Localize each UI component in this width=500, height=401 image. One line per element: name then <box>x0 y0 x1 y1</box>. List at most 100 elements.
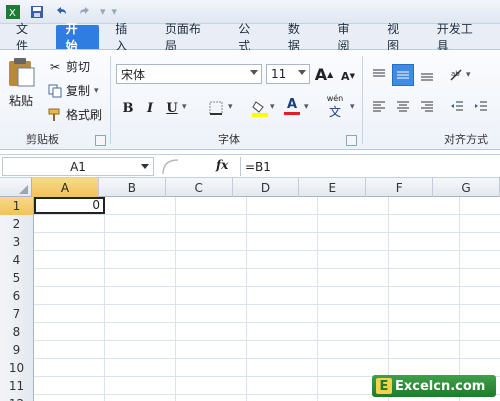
tab-home[interactable]: 开始 <box>55 22 100 53</box>
cell[interactable] <box>460 233 500 250</box>
cell[interactable] <box>389 341 460 358</box>
cell[interactable] <box>105 197 176 214</box>
cell[interactable] <box>105 323 176 340</box>
cell[interactable] <box>389 197 460 214</box>
cell[interactable] <box>105 341 176 358</box>
cell[interactable] <box>34 323 105 340</box>
cell[interactable] <box>460 269 500 286</box>
font-color-button[interactable]: A <box>282 96 302 116</box>
cell[interactable] <box>389 287 460 304</box>
cell[interactable] <box>247 233 318 250</box>
cell[interactable] <box>318 251 389 268</box>
cell[interactable] <box>34 287 105 304</box>
row-header[interactable]: 1 <box>0 197 34 215</box>
align-bottom-button[interactable] <box>416 64 438 86</box>
tab-data[interactable]: 数据 <box>278 22 322 53</box>
cell[interactable] <box>105 305 176 322</box>
cell[interactable] <box>460 197 500 214</box>
cell[interactable] <box>176 305 247 322</box>
row-header[interactable]: 11 <box>0 377 34 395</box>
cell[interactable] <box>247 359 318 376</box>
shrink-font-icon[interactable]: A ▼ <box>338 66 358 86</box>
customize-qat-icon[interactable]: ▾ <box>112 5 118 18</box>
row-header[interactable]: 5 <box>0 269 34 287</box>
paste-button[interactable]: 粘贴 <box>6 56 36 109</box>
align-right-button[interactable] <box>416 96 438 118</box>
cell[interactable] <box>34 395 105 401</box>
row-header[interactable]: 8 <box>0 323 34 341</box>
row-header[interactable]: 3 <box>0 233 34 251</box>
format-painter-button[interactable]: 格式刷 <box>48 106 102 123</box>
cell[interactable] <box>105 269 176 286</box>
row-header[interactable]: 4 <box>0 251 34 269</box>
cell[interactable] <box>34 215 105 232</box>
cell[interactable] <box>176 359 247 376</box>
cell[interactable] <box>176 197 247 214</box>
cell[interactable] <box>105 287 176 304</box>
fill-color-dropdown-icon[interactable]: ▾ <box>270 102 275 112</box>
cell[interactable] <box>389 305 460 322</box>
row-header[interactable]: 9 <box>0 341 34 359</box>
active-cell-a1[interactable]: 0 <box>34 197 105 214</box>
cell[interactable] <box>105 359 176 376</box>
cell[interactable] <box>247 215 318 232</box>
cell[interactable] <box>34 269 105 286</box>
font-launcher-icon[interactable] <box>346 135 357 146</box>
cell[interactable] <box>318 305 389 322</box>
cell[interactable] <box>105 215 176 232</box>
cell[interactable] <box>176 215 247 232</box>
cell[interactable] <box>318 323 389 340</box>
cell[interactable] <box>176 287 247 304</box>
tab-developer[interactable]: 开发工具 <box>427 22 494 53</box>
cell[interactable] <box>460 215 500 232</box>
cell[interactable] <box>105 233 176 250</box>
cell[interactable] <box>318 215 389 232</box>
cell[interactable] <box>318 269 389 286</box>
save-icon[interactable] <box>28 3 46 21</box>
undo-icon[interactable] <box>52 3 70 21</box>
redo-icon[interactable] <box>76 3 94 21</box>
column-header-g[interactable]: G <box>433 178 500 197</box>
cell[interactable] <box>460 305 500 322</box>
row-header[interactable]: 6 <box>0 287 34 305</box>
cell[interactable] <box>34 377 105 394</box>
cell[interactable] <box>460 323 500 340</box>
tab-review[interactable]: 审阅 <box>327 22 371 53</box>
text-orientation-button[interactable]: ab <box>446 64 468 86</box>
align-left-button[interactable] <box>368 96 390 118</box>
name-box[interactable]: A1 <box>2 157 154 176</box>
italic-button[interactable]: I <box>140 98 160 118</box>
tab-file[interactable]: 文件 <box>6 22 50 53</box>
underline-button[interactable]: U <box>162 98 182 118</box>
redo-dropdown-icon[interactable]: ▾ <box>100 5 106 18</box>
cell[interactable] <box>176 377 247 394</box>
increase-indent-button[interactable] <box>470 96 492 118</box>
cell[interactable] <box>105 251 176 268</box>
cell[interactable] <box>176 395 247 401</box>
cell[interactable] <box>176 251 247 268</box>
formula-expand-handle-icon[interactable] <box>160 158 182 176</box>
row-header[interactable]: 10 <box>0 359 34 377</box>
tab-formulas[interactable]: 公式 <box>228 22 272 53</box>
copy-button[interactable]: 复制 ▾ <box>48 82 99 99</box>
select-all-button[interactable] <box>0 178 33 197</box>
column-header-b[interactable]: B <box>99 178 166 197</box>
cell[interactable] <box>105 395 176 401</box>
column-header-a[interactable]: A <box>32 178 99 197</box>
tab-view[interactable]: 视图 <box>377 22 421 53</box>
fill-color-button[interactable] <box>250 98 270 118</box>
underline-dropdown-icon[interactable]: ▾ <box>182 102 187 112</box>
cell[interactable] <box>460 359 500 376</box>
cell[interactable] <box>247 377 318 394</box>
cell[interactable] <box>176 323 247 340</box>
cell[interactable] <box>176 341 247 358</box>
cell[interactable] <box>247 323 318 340</box>
cell[interactable] <box>34 341 105 358</box>
cell[interactable] <box>247 395 318 401</box>
grow-font-icon[interactable]: A ▲ <box>314 64 334 84</box>
bold-button[interactable]: B <box>118 98 138 118</box>
cell[interactable] <box>34 233 105 250</box>
column-header-d[interactable]: D <box>233 178 300 197</box>
cell[interactable] <box>318 197 389 214</box>
align-top-button[interactable] <box>368 64 390 86</box>
